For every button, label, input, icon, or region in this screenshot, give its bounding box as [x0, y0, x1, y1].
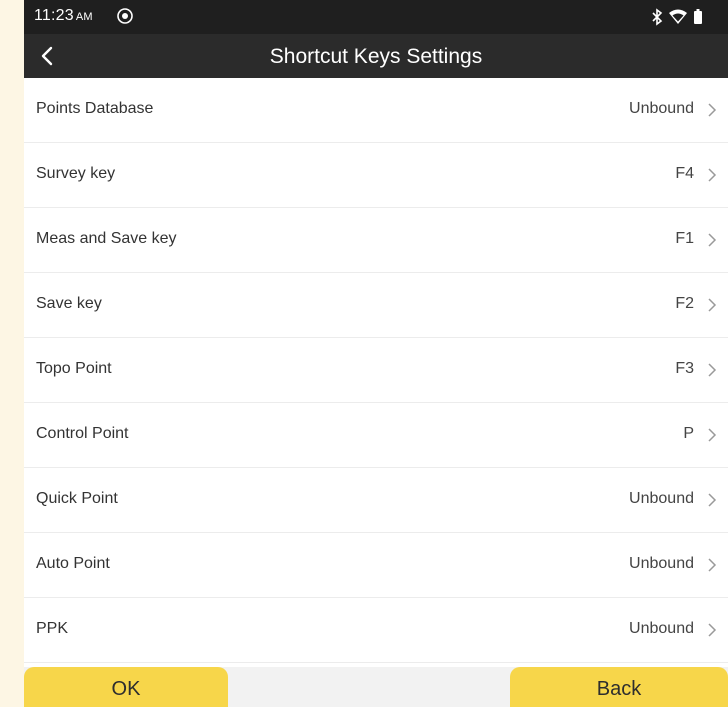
row-label: Survey key: [36, 165, 116, 182]
row-value: P: [683, 425, 694, 442]
back-button[interactable]: Back: [510, 667, 728, 707]
chevron-right-icon: [708, 363, 717, 377]
setting-row-quick-point[interactable]: Quick Point Unbound: [24, 468, 728, 533]
setting-row-save-key[interactable]: Save key F2: [24, 273, 728, 338]
clock-ampm: AM: [75, 11, 93, 23]
bluetooth-icon: [652, 8, 663, 26]
ok-button[interactable]: OK: [24, 667, 228, 707]
shortcut-keys-list: Points Database Unbound Survey key F4 Me…: [24, 78, 728, 663]
row-value: F2: [675, 295, 694, 312]
setting-row-control-point[interactable]: Control Point P: [24, 403, 728, 468]
row-value: Unbound: [629, 100, 694, 117]
row-value: F3: [675, 360, 694, 377]
setting-row-topo-point[interactable]: Topo Point F3: [24, 338, 728, 403]
bottom-action-bar: OK Back: [24, 667, 728, 707]
row-value: Unbound: [629, 555, 694, 572]
row-label: Auto Point: [36, 555, 110, 572]
chevron-right-icon: [708, 428, 717, 442]
chevron-right-icon: [708, 103, 717, 117]
row-value: Unbound: [629, 490, 694, 507]
chevron-right-icon: [708, 558, 717, 572]
setting-row-points-database[interactable]: Points Database Unbound: [24, 78, 728, 143]
chevron-right-icon: [708, 623, 717, 637]
row-value: Unbound: [629, 620, 694, 637]
row-label: Control Point: [36, 425, 129, 442]
page-title: Shortcut Keys Settings: [269, 45, 483, 68]
chevron-right-icon: [708, 168, 717, 182]
chevron-right-icon: [708, 493, 717, 507]
setting-row-survey-key[interactable]: Survey key F4: [24, 143, 728, 208]
setting-row-ppk[interactable]: PPK Unbound: [24, 598, 728, 663]
battery-icon: [694, 9, 702, 24]
location-icon: [117, 8, 133, 24]
wifi-icon: [669, 9, 687, 24]
row-value: F1: [675, 230, 694, 247]
row-value: F4: [675, 165, 694, 182]
row-label: Save key: [36, 295, 102, 312]
setting-row-meas-and-save-key[interactable]: Meas and Save key F1: [24, 208, 728, 273]
app-window: 11:23 AM Shortcut Keys Settings Points Da…: [24, 0, 728, 707]
status-bar: 11:23 AM: [24, 0, 728, 34]
row-label: Meas and Save key: [36, 230, 177, 247]
row-label: Topo Point: [36, 360, 112, 377]
chevron-right-icon: [708, 298, 717, 312]
setting-row-auto-point[interactable]: Auto Point Unbound: [24, 533, 728, 598]
title-bar: Shortcut Keys Settings: [24, 34, 728, 78]
row-label: Quick Point: [36, 490, 118, 507]
clock-time: 11:23: [34, 7, 74, 24]
chevron-right-icon: [708, 233, 717, 247]
status-time: 11:23 AM: [34, 7, 93, 25]
row-label: Points Database: [36, 100, 154, 117]
row-label: PPK: [36, 620, 69, 637]
